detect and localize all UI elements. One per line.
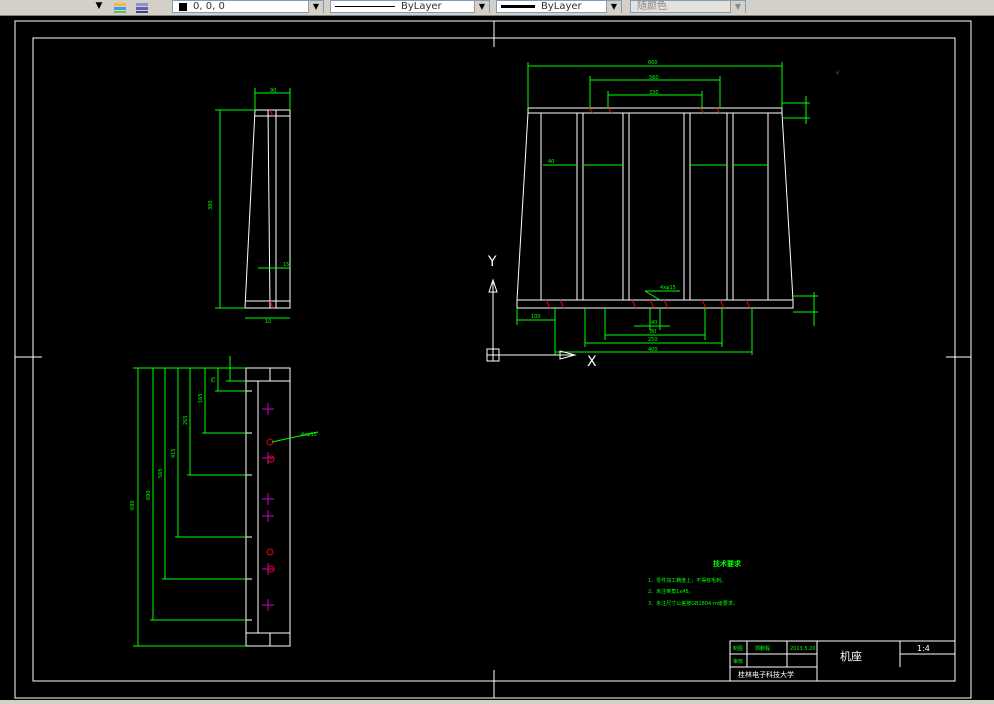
designer-label: 制图 — [733, 645, 743, 652]
tech-note-2: 2、未注倒角1x45。 — [648, 588, 694, 595]
chevron-down-icon[interactable]: ▼ — [474, 1, 489, 13]
linetype-sample — [335, 6, 395, 7]
plan-f-dim: 75 — [211, 377, 217, 383]
front-b4-dim: 400 — [648, 347, 658, 353]
front-left-dim: 100 — [531, 314, 541, 320]
status-strip — [0, 700, 994, 704]
side-height-dim: 380 — [208, 200, 214, 210]
front-hole-dim: 4xφ15 — [660, 285, 676, 291]
drawing-canvas[interactable]: 90 380 15 10 660 560 330 40 100 40 80 25… — [0, 16, 994, 704]
plan-hole-dim: 4xφ15 — [301, 432, 317, 438]
side-small-dim: 15 — [283, 262, 289, 268]
plan-e-dim: 165 — [198, 393, 204, 403]
side-view: 90 380 15 10 — [208, 88, 291, 325]
front-view: 660 560 330 40 100 40 80 250 400 4xφ15 √ — [516, 60, 840, 355]
tech-note-3: 3、未注尺寸公差按GB1804-m级要求。 — [648, 600, 738, 607]
front-b2-dim: 80 — [650, 329, 656, 335]
title-block: 制图 郭鹏程 2013.5.20 审核 机座 1:4 桂林电子科技大学 — [729, 640, 956, 682]
plan-b-dim: 565 — [158, 468, 164, 478]
axis-y-label: Y — [487, 254, 497, 270]
lineweight-control[interactable]: ByLayer ▼ — [496, 0, 622, 13]
front-mid-dim: 560 — [649, 75, 659, 81]
chevron-down-icon[interactable]: ▼ — [606, 1, 621, 13]
drawing-scale: 1:4 — [917, 644, 930, 653]
front-b3-dim: 250 — [648, 337, 658, 343]
lineweight-value: ByLayer — [541, 1, 582, 12]
designer-name: 郭鹏程 — [755, 645, 770, 652]
properties-toolbar: ▼ 0, 0, 0 ▼ ByLayer ▼ ByLayer ▼ 随颜色 ▼ — [0, 0, 994, 16]
plotstyle-value: 随颜色 — [637, 1, 667, 12]
plotstyle-control[interactable]: 随颜色 ▼ — [630, 0, 746, 13]
lineweight-sample — [501, 5, 535, 8]
plan-view: 690 690 565 415 265 165 75 4xφ15 — [130, 356, 319, 647]
technical-requirements: 技术要求 1、零件加工精度上，不得有毛刺。 2、未注倒角1x45。 3、未注尺寸… — [648, 559, 742, 607]
front-b1-dim: 40 — [651, 320, 657, 326]
linetype-control[interactable]: ByLayer ▼ — [330, 0, 490, 13]
front-top-dim: 660 — [648, 60, 658, 66]
linetype-value: ByLayer — [401, 1, 442, 12]
color-swatch — [179, 3, 187, 11]
color-value: 0, 0, 0 — [193, 1, 225, 12]
part-name: 机座 — [840, 649, 862, 663]
plan-d-dim: 265 — [183, 415, 189, 425]
layer-previous-icon[interactable] — [134, 0, 150, 14]
checker-label: 审核 — [733, 658, 743, 665]
plan-a-dim: 690 — [146, 490, 152, 500]
roughness-note: √ — [836, 70, 840, 76]
layer-dropdown-arrow[interactable]: ▼ — [92, 0, 106, 14]
tech-title: 技术要求 — [713, 559, 742, 568]
plan-c-dim: 415 — [171, 448, 177, 458]
tech-note-1: 1、零件加工精度上，不得有毛刺。 — [648, 577, 726, 584]
design-date: 2013.5.20 — [790, 646, 815, 652]
layer-states-icon[interactable] — [112, 0, 128, 14]
axis-x-label: X — [587, 354, 597, 370]
front-inner-dim: 330 — [649, 90, 659, 96]
color-control[interactable]: 0, 0, 0 ▼ — [172, 0, 324, 13]
side-bottom-dim: 10 — [265, 319, 271, 325]
front-slot-dim: 40 — [548, 159, 554, 165]
plan-total-dim: 690 — [130, 500, 136, 510]
chevron-down-icon[interactable]: ▼ — [730, 1, 745, 13]
side-top-dim: 90 — [270, 88, 276, 94]
chevron-down-icon[interactable]: ▼ — [308, 1, 323, 13]
school-name: 桂林电子科技大学 — [738, 670, 794, 679]
